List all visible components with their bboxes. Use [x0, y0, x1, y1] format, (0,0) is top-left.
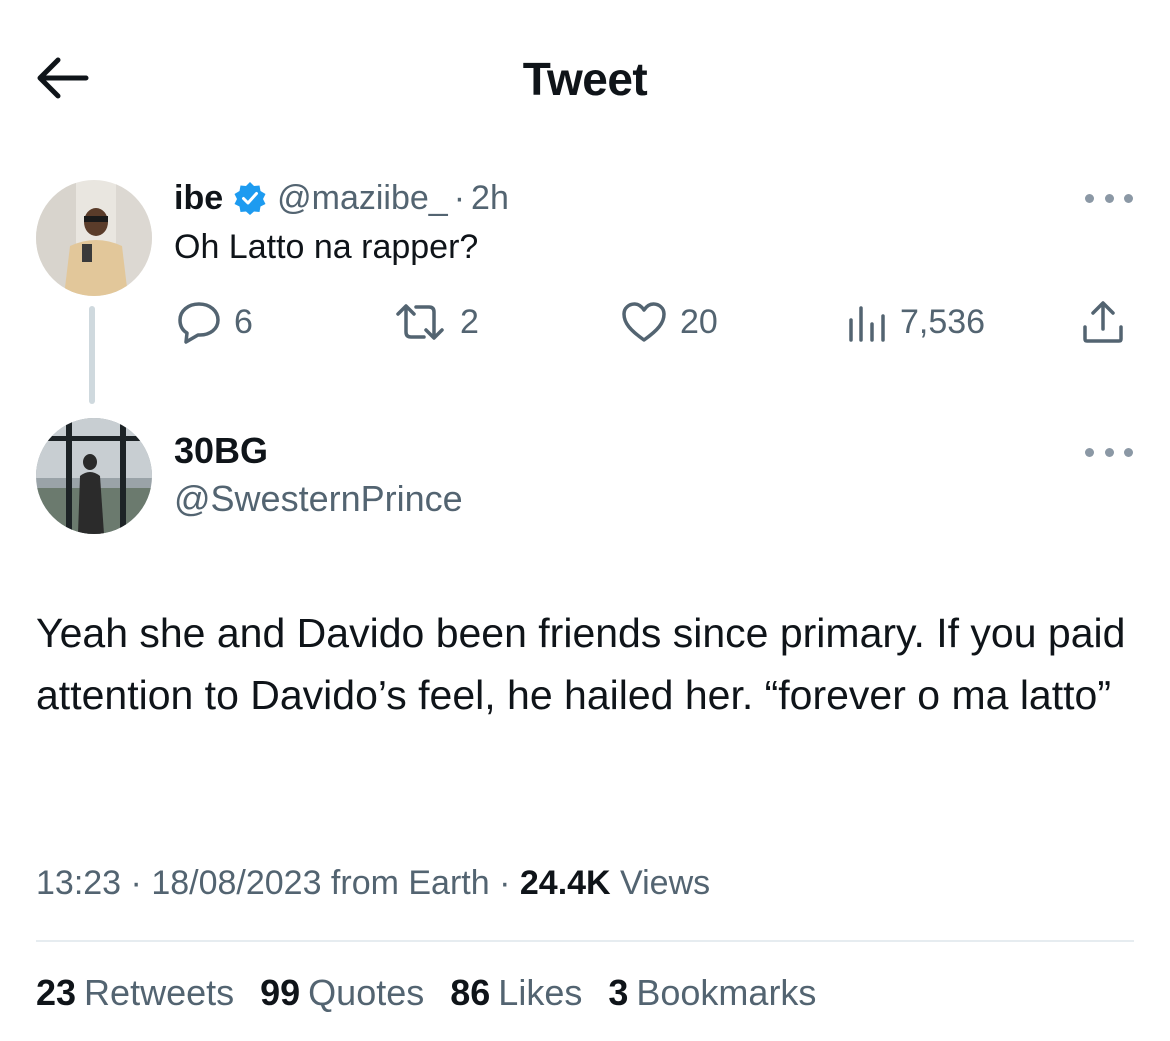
- bookmarks-label: Bookmarks: [636, 972, 817, 1013]
- verified-badge-icon: [234, 182, 266, 215]
- likes-label: Likes: [498, 972, 583, 1013]
- thread-line: [89, 306, 95, 404]
- views-total: 24.4K: [519, 864, 611, 902]
- retweet-icon: [396, 304, 444, 340]
- reply-count: 6: [234, 302, 253, 341]
- tweet-text: Oh Latto na rapper?: [174, 228, 479, 266]
- like-button[interactable]: 20: [620, 298, 718, 346]
- handle[interactable]: @SwesternPrince: [174, 478, 463, 520]
- tweet-source: from Earth: [321, 864, 490, 902]
- divider: [36, 940, 1134, 942]
- handle[interactable]: @maziibe_: [277, 179, 448, 218]
- separator: ·: [453, 178, 466, 217]
- analytics-icon: [849, 306, 885, 342]
- more-dots-icon: [1085, 193, 1094, 203]
- display-name[interactable]: 30BG: [174, 430, 268, 472]
- separator: ·: [489, 864, 520, 902]
- likes-count: 86: [450, 972, 491, 1013]
- timestamp[interactable]: 2h: [471, 179, 509, 218]
- retweets-label: Retweets: [84, 972, 235, 1013]
- retweets-stat[interactable]: 23 Retweets: [36, 972, 234, 1014]
- retweet-count: 2: [460, 302, 479, 341]
- avatar[interactable]: [36, 180, 152, 296]
- tweet-text: Yeah she and Davido been friends since p…: [36, 610, 1126, 718]
- display-name[interactable]: ibe: [174, 179, 223, 218]
- views-label: Views: [610, 864, 711, 902]
- reply-button[interactable]: 6: [176, 298, 253, 346]
- separator: ·: [121, 864, 152, 902]
- tweet-time[interactable]: 13:23: [36, 864, 121, 902]
- bookmarks-stat[interactable]: 3 Bookmarks: [608, 972, 816, 1014]
- share-icon: [1083, 301, 1123, 343]
- reply-icon: [178, 302, 220, 344]
- avatar[interactable]: [36, 418, 152, 534]
- retweets-count: 23: [36, 972, 77, 1013]
- bookmarks-count: 3: [608, 972, 629, 1013]
- tweet-meta: 13:23 · 18/08/2023 from Earth · 24.4K Vi…: [36, 864, 710, 903]
- likes-stat[interactable]: 86 Likes: [450, 972, 582, 1014]
- page-title: Tweet: [522, 53, 648, 105]
- more-options-button[interactable]: [1085, 442, 1133, 462]
- quotes-count: 99: [260, 972, 301, 1013]
- views-button[interactable]: 7,536: [846, 298, 985, 346]
- quotes-label: Quotes: [308, 972, 425, 1013]
- like-count: 20: [680, 302, 718, 341]
- share-button[interactable]: [1080, 298, 1138, 346]
- tweet-date[interactable]: 18/08/2023: [151, 864, 321, 902]
- views-count: 7,536: [900, 302, 986, 341]
- quotes-stat[interactable]: 99 Quotes: [260, 972, 424, 1014]
- more-options-button[interactable]: [1085, 188, 1133, 208]
- heart-icon: [622, 302, 666, 342]
- more-dots-icon: [1085, 447, 1094, 457]
- parent-tweet-header: ibe @maziibe_ · 2h: [174, 174, 509, 222]
- retweet-button[interactable]: 2: [392, 298, 479, 346]
- engagement-stats: 23 Retweets 99 Quotes 86 Likes 3 Bookmarks: [36, 972, 842, 1014]
